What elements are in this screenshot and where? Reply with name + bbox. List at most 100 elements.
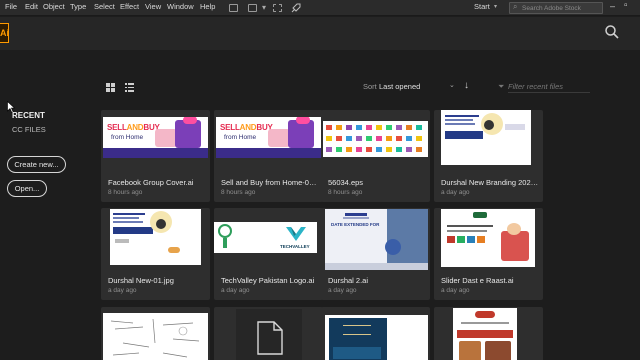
thumb-landscape bbox=[333, 347, 381, 359]
thumb-text-line bbox=[113, 213, 145, 215]
thumb-emblem-stem bbox=[223, 238, 227, 248]
thumb-sell-text: SELL bbox=[220, 123, 240, 132]
thumb-blue-circle bbox=[385, 239, 401, 255]
maximize-button[interactable]: ▫ bbox=[624, 0, 628, 11]
thumb-logo-shape bbox=[473, 212, 487, 218]
chevron-down-icon[interactable]: ⌄ bbox=[449, 81, 455, 89]
filter-input[interactable] bbox=[508, 80, 590, 93]
file-card[interactable] bbox=[214, 307, 323, 360]
file-time: 8 hours ago bbox=[221, 189, 256, 196]
arrange-documents-icon[interactable] bbox=[248, 4, 257, 12]
stock-search[interactable]: ⌕ bbox=[509, 2, 603, 14]
arrange-caret-icon[interactable]: ▾ bbox=[262, 3, 266, 12]
thumb-text-line bbox=[343, 217, 369, 219]
grid-view-icon[interactable] bbox=[106, 83, 115, 92]
file-card[interactable]: SELLANDBUY from Home Sell and Buy from H… bbox=[214, 110, 323, 202]
file-thumbnail bbox=[434, 307, 543, 360]
thumb-text-line bbox=[445, 123, 475, 125]
file-name: TechValley Pakistan Logo.ai bbox=[221, 276, 315, 285]
file-time: a day ago bbox=[441, 287, 470, 294]
thumb-text-line bbox=[445, 119, 473, 121]
menu-edit[interactable]: Edit bbox=[25, 2, 38, 11]
thumb-highlight bbox=[445, 131, 483, 139]
thumb-food-photo bbox=[485, 341, 511, 360]
stock-search-input[interactable] bbox=[522, 3, 602, 13]
chevron-down-icon[interactable]: ▾ bbox=[494, 3, 497, 10]
sort-label: Sort bbox=[363, 82, 377, 91]
file-card[interactable]: TECHVALLEY TechValley Pakistan Logo.ai a… bbox=[214, 208, 323, 300]
thumb-text-line bbox=[447, 230, 487, 232]
sort-direction-arrow-icon[interactable]: ↓ bbox=[464, 80, 469, 91]
file-card[interactable]: Durshal New Branding 2020.ai a day ago bbox=[434, 110, 543, 202]
nav-recent[interactable]: RECENT bbox=[12, 111, 45, 120]
menu-type[interactable]: Type bbox=[70, 2, 86, 11]
file-name: Durshal New-01.jpg bbox=[108, 276, 174, 285]
thumb-calligraphy bbox=[343, 325, 371, 335]
thumb-bag-shape bbox=[288, 120, 314, 148]
sort-dropdown[interactable]: Last opened bbox=[379, 82, 420, 91]
thumb-food-photo bbox=[459, 341, 481, 360]
file-card[interactable]: Slider Dast e Raast.ai a day ago bbox=[434, 208, 543, 300]
thumb-emblem-shape bbox=[218, 224, 232, 238]
file-time: 8 hours ago bbox=[108, 189, 143, 196]
thumb-band bbox=[216, 148, 321, 158]
menu-object[interactable]: Object bbox=[43, 2, 65, 11]
app-header: Ai bbox=[0, 17, 640, 50]
file-card[interactable]: SELLANDBUY from Home Facebook Group Cove… bbox=[101, 110, 210, 202]
file-card[interactable]: Durshal New-01.jpg a day ago bbox=[101, 208, 210, 300]
thumb-text-line bbox=[113, 217, 139, 219]
file-thumbnail bbox=[101, 307, 210, 360]
thumb-logo-shape bbox=[115, 239, 129, 243]
sketch-artwork bbox=[110, 318, 200, 358]
search-icon[interactable] bbox=[604, 24, 620, 40]
menu-view[interactable]: View bbox=[145, 2, 161, 11]
nav-cc-files[interactable]: CC FILES bbox=[12, 125, 46, 134]
workspace-switcher[interactable]: Start bbox=[474, 2, 490, 11]
thumb-character-shape bbox=[501, 231, 529, 261]
file-card[interactable]: 56034.eps 8 hours ago bbox=[321, 110, 430, 202]
menubar: File Edit Object Type Select Effect View… bbox=[0, 0, 640, 16]
thumb-text-line bbox=[505, 124, 525, 130]
thumb-card-shape bbox=[155, 129, 177, 147]
file-name: Slider Dast e Raast.ai bbox=[441, 276, 514, 285]
file-thumbnail bbox=[214, 307, 323, 360]
thumb-tile bbox=[467, 236, 475, 243]
file-name: 56034.eps bbox=[328, 178, 364, 187]
open-button[interactable]: Open... bbox=[7, 180, 47, 197]
file-thumbnail: DATE EXTENDED FOR bbox=[321, 208, 430, 270]
create-new-button[interactable]: Create new... bbox=[7, 156, 66, 173]
thumb-from-home-text: from Home bbox=[111, 134, 144, 141]
illustrator-logo: Ai bbox=[0, 23, 9, 43]
menu-window[interactable]: Window bbox=[167, 2, 194, 11]
thumb-band bbox=[103, 148, 208, 158]
thumb-food-shape bbox=[168, 247, 180, 253]
minimize-button[interactable]: – bbox=[610, 1, 615, 11]
menu-effect[interactable]: Effect bbox=[120, 2, 139, 11]
thumb-text-line bbox=[445, 115, 479, 117]
thumb-sell-text: SELL bbox=[107, 123, 127, 132]
menu-file[interactable]: File bbox=[5, 2, 17, 11]
rocket-icon[interactable] bbox=[291, 3, 301, 13]
menu-select[interactable]: Select bbox=[94, 2, 115, 11]
list-view-icon[interactable] bbox=[125, 83, 134, 92]
file-name: Sell and Buy from Home-01.ai bbox=[221, 178, 319, 187]
thumb-logo-shape bbox=[475, 311, 495, 318]
file-card[interactable]: DATE EXTENDED FOR Durshal 2.ai a day ago bbox=[321, 208, 430, 300]
file-card[interactable] bbox=[434, 307, 543, 360]
thumb-text-line bbox=[447, 225, 493, 227]
thumb-bag-handle bbox=[296, 117, 310, 124]
file-thumbnail: TECHVALLEY bbox=[214, 208, 323, 270]
file-card[interactable] bbox=[321, 307, 430, 360]
thumb-card-shape bbox=[268, 129, 290, 147]
file-card[interactable] bbox=[101, 307, 210, 360]
gpu-performance-icon[interactable] bbox=[273, 4, 282, 12]
menu-help[interactable]: Help bbox=[200, 2, 215, 11]
thumb-tile bbox=[457, 236, 465, 243]
file-name: Durshal 2.ai bbox=[328, 276, 369, 285]
thumb-logo-shape bbox=[345, 213, 367, 216]
thumb-techvalley-text: TECHVALLEY bbox=[280, 244, 310, 249]
file-thumbnail: SELLANDBUY from Home bbox=[101, 110, 210, 172]
bridge-icon[interactable] bbox=[229, 4, 238, 12]
file-name: Durshal New Branding 2020.ai bbox=[441, 178, 539, 187]
search-icon: ⌕ bbox=[513, 2, 518, 11]
